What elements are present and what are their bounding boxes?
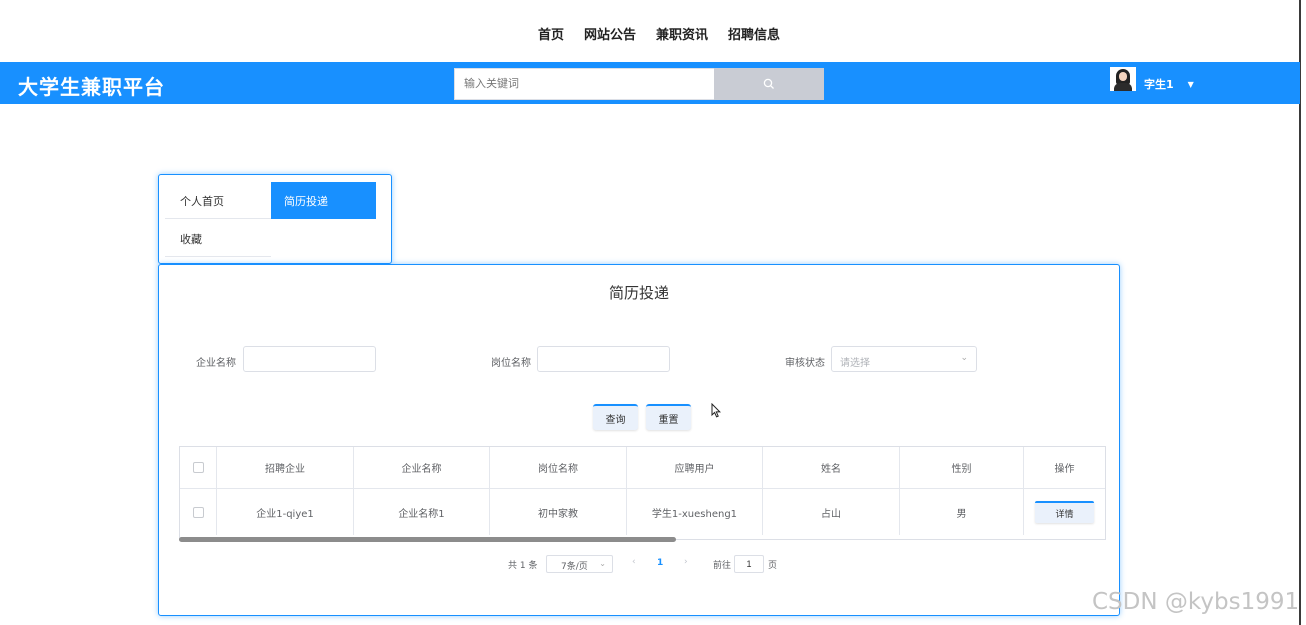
current-page[interactable]: 1 <box>657 558 663 568</box>
search-button[interactable] <box>714 68 824 100</box>
avatar[interactable] <box>1110 67 1136 91</box>
page-title: 简历投递 <box>608 284 669 302</box>
user-center-tabs: 个人首页 简历投递 收藏 <box>158 174 392 264</box>
prev-page-icon[interactable]: ‹ <box>632 557 636 567</box>
table-cell: 初中家教 <box>490 489 627 535</box>
position-name-input[interactable] <box>537 346 670 372</box>
top-navigation: 首页 网站公告 兼职资讯 招聘信息 <box>0 0 1300 62</box>
site-title: 大学生兼职平台 <box>18 75 165 99</box>
search-icon <box>763 78 774 89</box>
select-all-checkbox[interactable] <box>192 462 204 473</box>
tab-resume-delivery[interactable]: 简历投递 <box>271 182 376 219</box>
column-header: 操作 <box>1024 447 1105 489</box>
next-page-icon[interactable]: › <box>684 557 688 567</box>
scrollbar-thumb[interactable] <box>179 537 676 542</box>
column-header: 企业名称 <box>354 447 490 489</box>
goto-label: 前往 <box>713 561 732 571</box>
resume-table: 招聘企业 企业名称 岗位名称 应聘用户 姓名 性别 操作 企业1-qiye1 企… <box>179 446 1106 540</box>
review-status-placeholder: 请选择 <box>840 358 870 369</box>
pagination-total: 共 1 条 <box>508 561 538 571</box>
company-name-input[interactable] <box>243 346 376 372</box>
header-bar: 大学生兼职平台 字生1 ▼ <box>0 62 1300 104</box>
column-header: 岗位名称 <box>490 447 627 489</box>
table-scrollbar[interactable] <box>179 537 1106 542</box>
position-name-label: 岗位名称 <box>491 358 531 369</box>
watermark: CSDN @kybs1991 <box>1092 589 1300 615</box>
row-select-cell <box>180 489 217 535</box>
nav-announcements[interactable]: 网站公告 <box>584 24 636 43</box>
column-header: 招聘企业 <box>217 447 354 489</box>
review-status-label: 审核状态 <box>785 358 825 369</box>
page-size-value: 7条/页 <box>561 562 588 572</box>
search-bar <box>454 68 824 100</box>
table-cell: 企业名称1 <box>354 489 490 535</box>
tab-personal-home[interactable]: 个人首页 <box>165 182 271 219</box>
details-button[interactable]: 详情 <box>1035 501 1094 523</box>
table-cell: 学生1-xuesheng1 <box>627 489 763 535</box>
nav-news[interactable]: 兼职资讯 <box>656 24 708 43</box>
reset-button[interactable]: 重置 <box>646 404 691 430</box>
search-input[interactable] <box>454 68 714 100</box>
column-header: 性别 <box>900 447 1024 489</box>
mouse-cursor-icon <box>711 403 721 418</box>
tab-favorites[interactable]: 收藏 <box>165 220 271 257</box>
chevron-down-icon: ⌄ <box>960 353 968 363</box>
chevron-down-icon[interactable]: ▼ <box>1188 80 1194 89</box>
select-all-cell <box>180 447 217 489</box>
chevron-down-icon: ⌄ <box>599 559 606 568</box>
resume-panel: 简历投递 企业名称 岗位名称 审核状态 请选择 ⌄ 查询 重置 招聘企业 企业名… <box>158 264 1120 616</box>
goto-page-input[interactable] <box>734 555 764 573</box>
row-checkbox[interactable] <box>192 506 204 518</box>
action-cell: 详情 <box>1024 489 1105 535</box>
top-nav-items: 首页 网站公告 兼职资讯 招聘信息 <box>538 24 780 43</box>
nav-recruitment[interactable]: 招聘信息 <box>728 24 780 43</box>
query-button[interactable]: 查询 <box>593 404 638 430</box>
review-status-select[interactable]: 请选择 ⌄ <box>831 346 977 372</box>
company-name-label: 企业名称 <box>196 358 236 369</box>
table-cell: 男 <box>900 489 1024 535</box>
user-menu[interactable]: 字生1 ▼ <box>1110 66 1194 92</box>
user-name[interactable]: 字生1 <box>1144 76 1174 92</box>
table-cell: 企业1-qiye1 <box>217 489 354 535</box>
page-size-select[interactable]: 7条/页 ⌄ <box>546 555 613 573</box>
column-header: 应聘用户 <box>627 447 763 489</box>
nav-home[interactable]: 首页 <box>538 24 564 43</box>
page-suffix-label: 页 <box>768 561 778 571</box>
table-cell: 占山 <box>763 489 900 535</box>
column-header: 姓名 <box>763 447 900 489</box>
